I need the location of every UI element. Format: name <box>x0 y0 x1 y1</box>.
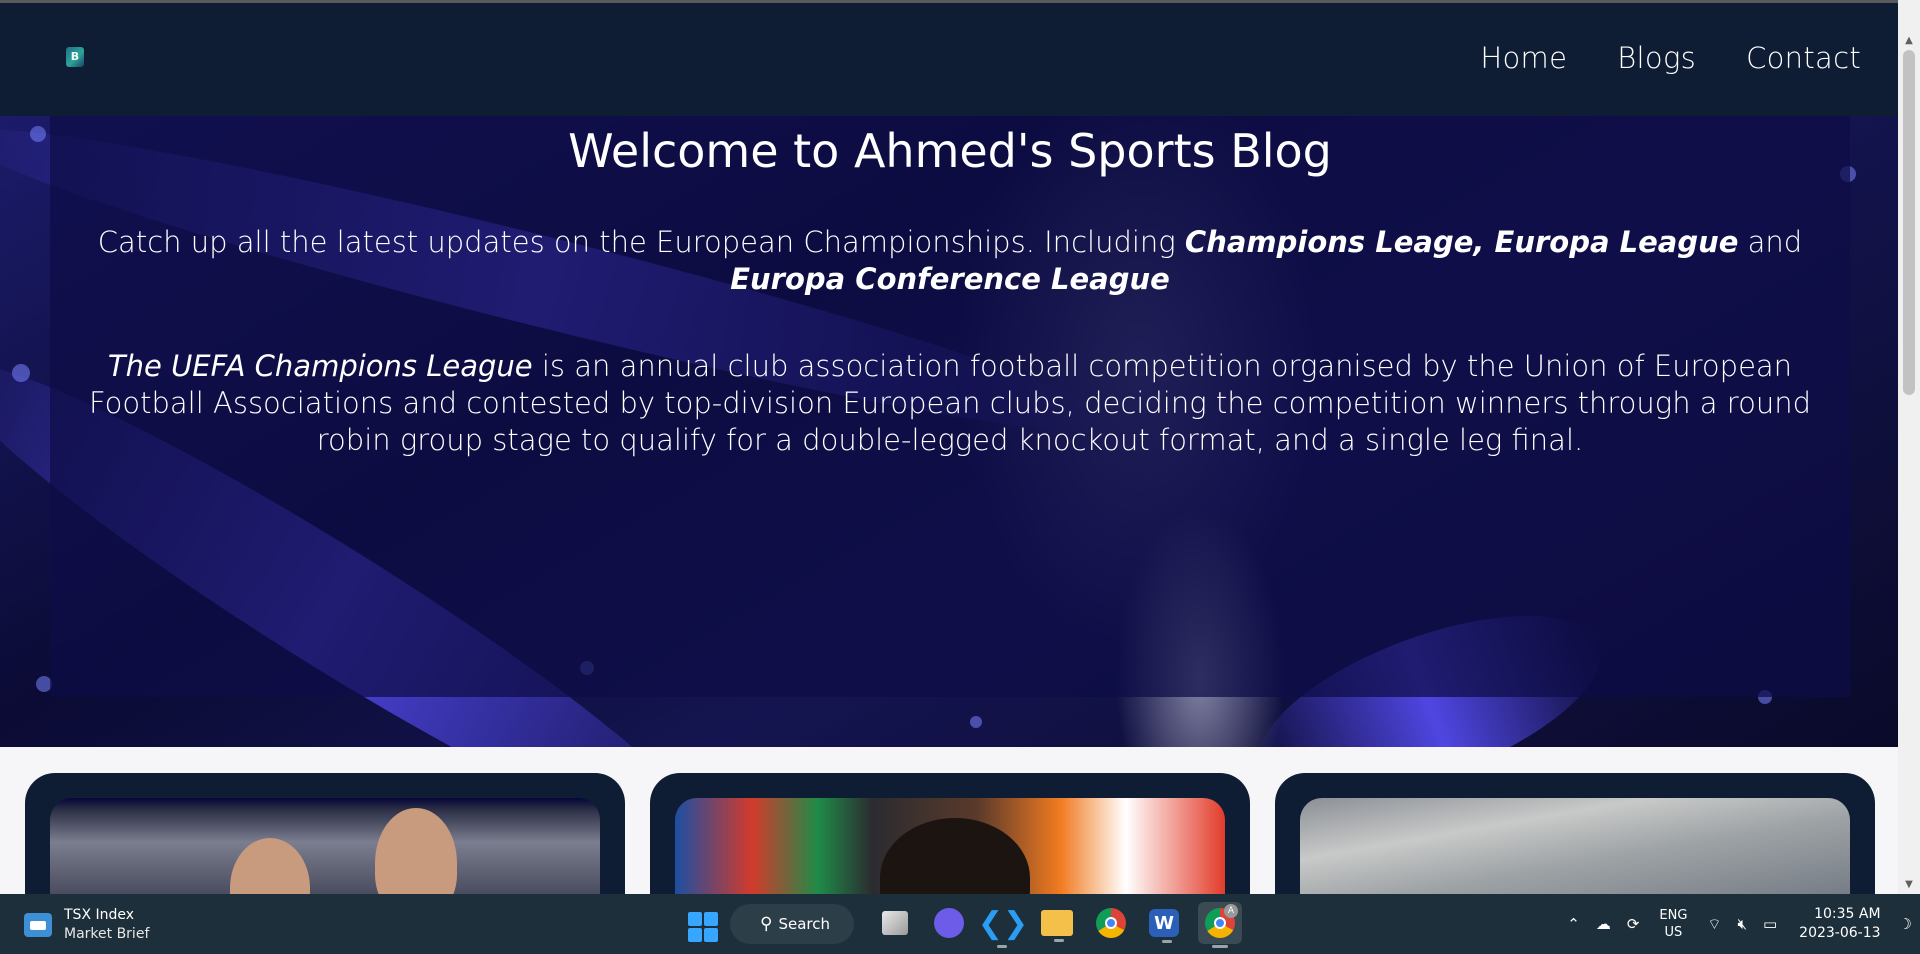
widget-title: TSX Index <box>64 907 135 923</box>
widgets-button[interactable]: TSX Index Market Brief <box>24 906 149 944</box>
site-logo-icon[interactable]: B <box>66 47 84 67</box>
page-scrollbar[interactable]: ▲ ▼ <box>1898 0 1920 894</box>
wifi-icon[interactable]: ⌔ <box>1707 915 1721 934</box>
browser-viewport: B Home Blogs Contact Welcome to Ahmed's … <box>0 0 1898 894</box>
chrome-profile-active-icon[interactable]: A <box>1198 902 1242 948</box>
widget-text: TSX Index Market Brief <box>64 906 149 944</box>
player-face <box>230 838 310 894</box>
player-press-conference-image <box>675 798 1225 894</box>
windows-logo-icon <box>688 911 702 926</box>
clock-date: 2023-06-13 <box>1799 925 1881 941</box>
vscode-icon[interactable]: ❮❯ <box>978 904 1028 948</box>
teams-chat-icon[interactable] <box>934 908 964 938</box>
nav-blogs-link[interactable]: Blogs <box>1617 41 1696 75</box>
region-code: US <box>1664 925 1683 940</box>
widget-subtitle: Market Brief <box>64 926 150 942</box>
language-indicator[interactable]: ENG US <box>1659 907 1687 941</box>
show-hidden-icons-icon[interactable]: ⌃ <box>1567 915 1580 933</box>
hero-intro-and: and <box>1747 225 1803 259</box>
hero-intro: Catch up all the latest updates on the E… <box>90 224 1810 298</box>
scroll-thumb[interactable] <box>1903 50 1915 395</box>
main-nav: Home Blogs Contact <box>1430 41 1861 75</box>
task-view-icon[interactable] <box>882 911 908 935</box>
hero-title: Welcome to Ahmed's Sports Blog <box>568 124 1332 178</box>
scroll-down-icon[interactable]: ▼ <box>1898 876 1920 894</box>
bokeh-dot <box>30 126 46 142</box>
stadium-aerial-image <box>1300 798 1850 894</box>
hero-section: Welcome to Ahmed's Sports Blog Catch up … <box>0 116 1898 747</box>
active-indicator <box>1212 945 1228 948</box>
blog-cards <box>0 747 1898 894</box>
blog-card[interactable] <box>650 773 1250 894</box>
profile-badge: A <box>1224 904 1238 918</box>
clock[interactable]: 10:35 AM 2023-06-13 <box>1799 905 1880 943</box>
navbar: B Home Blogs Contact <box>0 3 1898 116</box>
taskbar-search-button[interactable]: ⚲ Search <box>730 904 854 944</box>
onedrive-cloud-icon[interactable]: ☁ <box>1596 915 1611 933</box>
search-label: Search <box>778 915 830 933</box>
system-tray: ⌃ ☁ ⟳ ENG US ⌔ 🔇︎ ▭ 10:35 AM 2023-06-13 … <box>1559 894 1920 954</box>
file-explorer-icon[interactable] <box>1041 910 1073 942</box>
blog-card[interactable] <box>1275 773 1875 894</box>
hero-description: The UEFA Champions League is an annual c… <box>80 348 1820 459</box>
start-button[interactable] <box>688 911 718 942</box>
bokeh-dot <box>12 364 30 382</box>
hero-text-panel: Welcome to Ahmed's Sports Blog Catch up … <box>50 116 1850 697</box>
blog-card[interactable] <box>25 773 625 894</box>
bokeh-dot <box>970 716 982 728</box>
player-face <box>880 818 1030 894</box>
clock-time: 10:35 AM <box>1814 906 1881 922</box>
battery-icon[interactable]: ▭ <box>1763 915 1777 933</box>
widget-icon <box>24 913 52 937</box>
volume-muted-icon[interactable]: 🔇︎ <box>1738 915 1747 933</box>
hero-desc-emphasis: The UEFA Champions League <box>107 349 533 383</box>
sync-icon[interactable]: ⟳ <box>1627 915 1640 933</box>
notification-moon-icon[interactable]: ☽ <box>1899 915 1912 933</box>
taskbar-apps: ⚲ Search ❮❯ W A <box>684 902 1242 948</box>
players-celebrating-image <box>50 798 600 894</box>
search-icon: ⚲ <box>760 914 773 934</box>
language-code: ENG <box>1659 908 1688 923</box>
hero-intro-conference: Europa Conference League <box>730 262 1170 296</box>
windows-taskbar: TSX Index Market Brief ⚲ Search ❮❯ W A ⌃… <box>0 894 1920 954</box>
hero-intro-leagues: Champions Leage, Europa League <box>1184 225 1739 259</box>
nav-home-link[interactable]: Home <box>1480 41 1567 75</box>
chrome-icon[interactable] <box>1096 908 1126 938</box>
word-icon[interactable]: W <box>1149 909 1179 943</box>
nav-contact-link[interactable]: Contact <box>1746 41 1861 75</box>
hero-intro-text: Catch up all the latest updates on the E… <box>97 225 1176 259</box>
scroll-up-icon[interactable]: ▲ <box>1898 32 1920 50</box>
player-face <box>375 808 457 894</box>
